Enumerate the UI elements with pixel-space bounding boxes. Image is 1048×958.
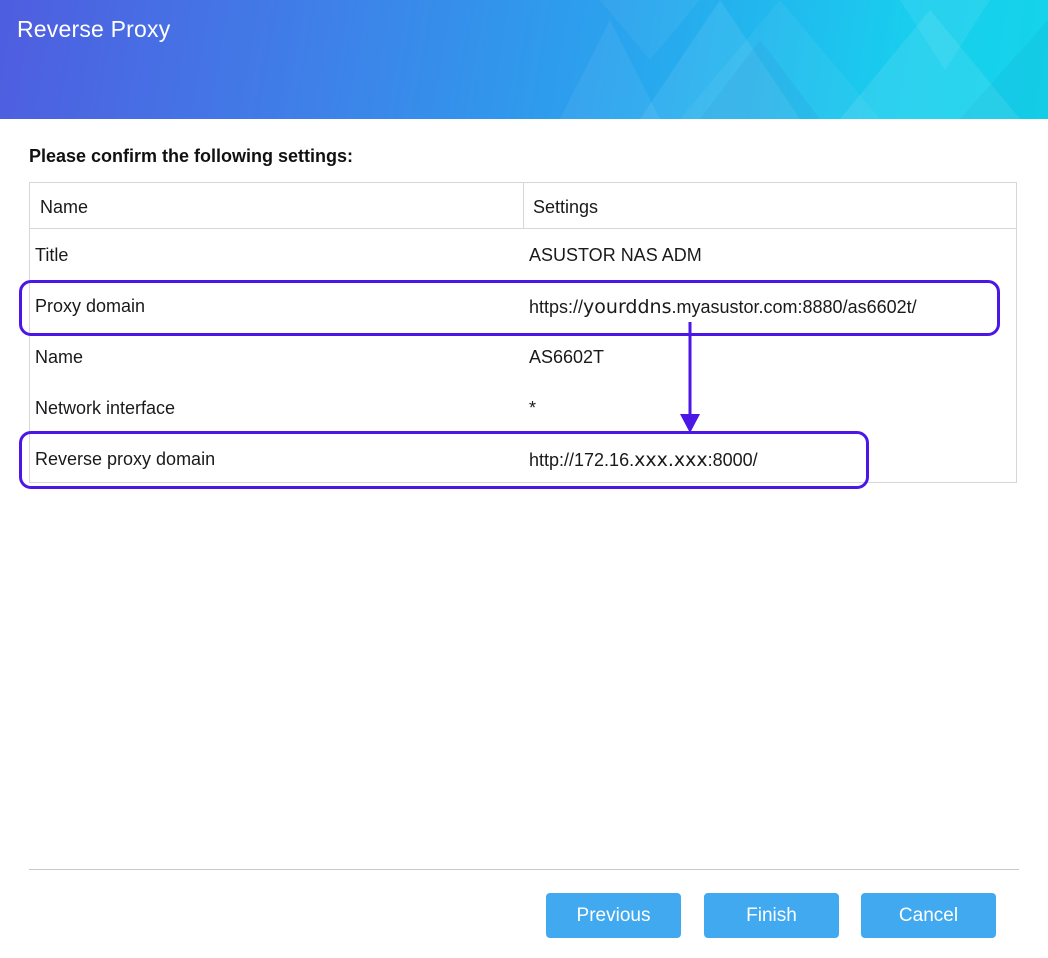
annotation-arrow xyxy=(680,322,700,433)
previous-button[interactable]: Previous xyxy=(546,893,681,938)
footer-divider xyxy=(29,869,1019,870)
cancel-button[interactable]: Cancel xyxy=(861,893,996,938)
finish-button[interactable]: Finish xyxy=(704,893,839,938)
arrow-head-icon xyxy=(680,414,700,433)
